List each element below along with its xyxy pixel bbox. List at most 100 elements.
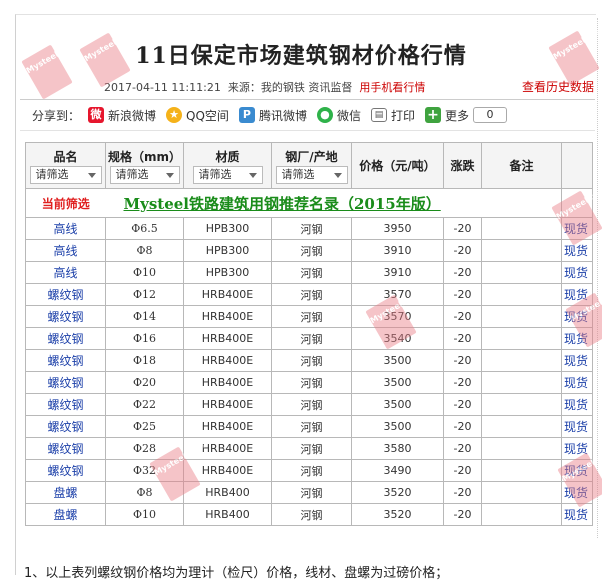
filter-spec-select[interactable]: 请筛选 [109, 165, 180, 184]
divider [20, 130, 595, 131]
cell-remark [481, 437, 562, 460]
cell-change: -20 [443, 349, 482, 372]
share-bar: 分享到： 微 新浪微博 ★ QQ空间 P 腾讯微博 ● 微信 ▤ 打印 + 更多… [32, 106, 507, 124]
cell-price: 3910 [351, 261, 444, 284]
table-row: 螺纹钢 Φ18 HRB400E 河钢 3500 -20 现货 [25, 349, 593, 372]
printer-icon: ▤ [370, 108, 387, 122]
table-header-row: 品名 请筛选 规格（mm） 请筛选 材质 请筛选 钢厂/产地 请筛选 价格（元/… [25, 142, 593, 189]
recommend-cell: Mysteel铁路建筑用钢推荐名录（2015年版） [105, 188, 562, 218]
header-origin: 钢厂/产地 请筛选 [271, 142, 352, 189]
cell-name: 螺纹钢 [25, 349, 106, 372]
header-label: 品名 [53, 149, 78, 164]
qzone-icon: ★ [166, 107, 183, 123]
spot-link[interactable]: 现货 [561, 415, 593, 438]
table-row: 螺纹钢 Φ12 HRB400E 河钢 3570 -20 现货 [25, 283, 593, 306]
spot-link[interactable]: 现货 [561, 349, 593, 372]
cell-origin: 河钢 [271, 305, 352, 328]
source-name[interactable]: 我的钢铁 资讯监督 [261, 81, 353, 94]
share-tencent-weibo[interactable]: P 腾讯微博 [238, 107, 307, 124]
cell-remark [481, 217, 562, 240]
recommend-list-link[interactable]: Mysteel铁路建筑用钢推荐名录（2015年版） [124, 195, 441, 213]
cell-material: HRB400E [183, 393, 272, 416]
share-wechat[interactable]: ● 微信 [316, 107, 361, 124]
filter-name-select[interactable]: 请筛选 [29, 165, 102, 184]
cell-origin: 河钢 [271, 217, 352, 240]
share-item-label: 新浪微博 [108, 108, 157, 123]
cell-spec: Φ20 [105, 371, 184, 394]
tencent-weibo-icon: P [238, 107, 255, 123]
cell-origin: 河钢 [271, 349, 352, 372]
cell-price: 3490 [351, 459, 444, 482]
filter-placeholder: 请筛选 [115, 167, 149, 181]
filter-origin-select[interactable]: 请筛选 [275, 165, 348, 184]
cell-remark [481, 415, 562, 438]
source-label: 来源： [227, 81, 261, 94]
table-row: 螺纹钢 Φ20 HRB400E 河钢 3500 -20 现货 [25, 371, 593, 394]
share-weibo[interactable]: 微 新浪微博 [88, 107, 156, 124]
cell-change: -20 [443, 261, 482, 284]
cell-name: 高线 [25, 239, 106, 262]
divider [20, 99, 595, 100]
cell-origin: 河钢 [271, 437, 352, 460]
cell-remark [481, 305, 562, 328]
header-change: 涨跌 [443, 142, 482, 189]
cell-material: HRB400E [183, 349, 272, 372]
filter-placeholder: 请筛选 [281, 167, 315, 181]
spot-link[interactable]: 现货 [561, 261, 593, 284]
cell-spec: Φ25 [105, 415, 184, 438]
print-button[interactable]: ▤ 打印 [370, 107, 415, 124]
cell-change: -20 [443, 481, 482, 504]
current-filter-label: 当前筛选 [41, 196, 90, 211]
current-filter-cell: 当前筛选 [25, 188, 106, 218]
table-row: 螺纹钢 Φ22 HRB400E 河钢 3500 -20 现货 [25, 393, 593, 416]
spot-link[interactable]: 现货 [561, 393, 593, 416]
cell-price: 3500 [351, 371, 444, 394]
share-item-label: 微信 [336, 108, 361, 123]
cell-change: -20 [443, 217, 482, 240]
share-count: 0 [473, 107, 507, 123]
cell-origin: 河钢 [271, 261, 352, 284]
filter-banner-row: 当前筛选 Mysteel铁路建筑用钢推荐名录（2015年版） [25, 188, 593, 218]
history-data-link[interactable]: 查看历史数据 [522, 78, 594, 95]
table-row: 螺纹钢 Φ25 HRB400E 河钢 3500 -20 现货 [25, 415, 593, 438]
cell-price: 3950 [351, 217, 444, 240]
table-row: 螺纹钢 Φ14 HRB400E 河钢 3570 -20 现货 [25, 305, 593, 328]
cell-origin: 河钢 [271, 481, 352, 504]
cell-remark [481, 327, 562, 350]
cell-remark [481, 239, 562, 262]
cell-origin: 河钢 [271, 239, 352, 262]
header-remark: 备注 [481, 142, 562, 189]
chevron-down-icon [248, 172, 257, 178]
spot-link[interactable]: 现货 [561, 503, 593, 526]
table-row: 螺纹钢 Φ16 HRB400E 河钢 3540 -20 现货 [25, 327, 593, 350]
filter-material-select[interactable]: 请筛选 [192, 165, 263, 184]
header-material: 材质 请筛选 [183, 142, 272, 189]
share-qzone[interactable]: ★ QQ空间 [166, 107, 229, 124]
publish-datetime: 2017-04-11 11:11:21 [104, 81, 221, 94]
cell-name: 高线 [25, 261, 106, 284]
table-row: 高线 Φ10 HPB300 河钢 3910 -20 现货 [25, 261, 593, 284]
cell-change: -20 [443, 459, 482, 482]
cell-origin: 河钢 [271, 415, 352, 438]
cell-name: 螺纹钢 [25, 415, 106, 438]
share-more[interactable]: + 更多 [424, 107, 469, 124]
cell-name: 盘螺 [25, 503, 106, 526]
header-label: 钢厂/产地 [285, 149, 338, 164]
header-extra [561, 142, 593, 189]
cell-spec: Φ22 [105, 393, 184, 416]
mobile-link[interactable]: 用手机看行情 [359, 81, 425, 94]
share-item-label: QQ空间 [186, 108, 229, 123]
cell-origin: 河钢 [271, 393, 352, 416]
cell-name: 螺纹钢 [25, 327, 106, 350]
cell-price: 3580 [351, 437, 444, 460]
cell-remark [481, 283, 562, 306]
cell-material: HRB400E [183, 415, 272, 438]
cell-spec: Φ12 [105, 283, 184, 306]
share-item-label: 腾讯微博 [258, 108, 307, 123]
cell-remark [481, 393, 562, 416]
cell-spec: Φ6.5 [105, 217, 184, 240]
cell-material: HRB400E [183, 283, 272, 306]
cell-material: HRB400E [183, 371, 272, 394]
spot-link[interactable]: 现货 [561, 371, 593, 394]
chevron-down-icon [87, 172, 96, 178]
